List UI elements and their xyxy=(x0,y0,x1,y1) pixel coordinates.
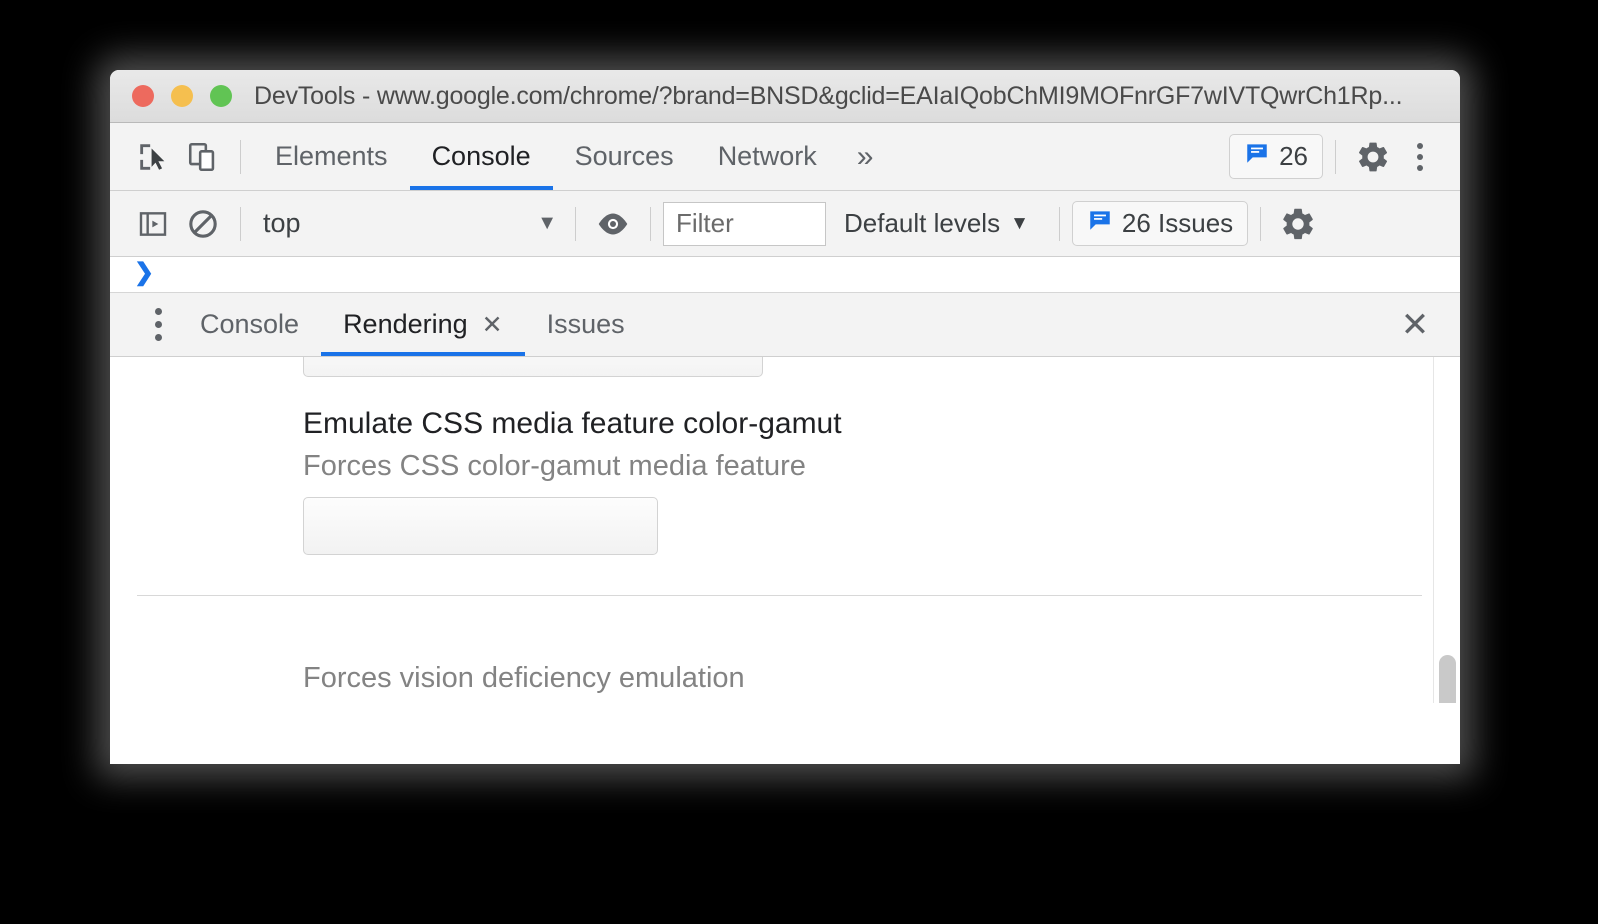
devtools-window: DevTools - www.google.com/chrome/?brand=… xyxy=(110,70,1460,764)
tab-elements[interactable]: Elements xyxy=(253,123,410,190)
vertical-scrollbar-thumb[interactable] xyxy=(1439,655,1456,703)
prompt-arrow-icon: ❯ xyxy=(134,258,155,286)
console-toolbar-divider-5 xyxy=(1260,206,1262,241)
issues-message-icon xyxy=(1087,207,1113,240)
tab-network[interactable]: Network xyxy=(696,123,839,190)
console-toolbar-divider xyxy=(240,206,241,241)
drawer-tab-rendering[interactable]: Rendering ✕ xyxy=(321,293,525,356)
rendering-panel: Emulate CSS media feature color-gamut Fo… xyxy=(110,357,1460,703)
toggle-device-toolbar-icon[interactable] xyxy=(178,132,228,182)
devtools-main-toolbar: Elements Console Sources Network » 26 xyxy=(110,123,1460,191)
kebab-menu-icon[interactable] xyxy=(1398,134,1442,180)
main-tab-list: Elements Console Sources Network » xyxy=(253,123,891,190)
more-tabs-glyph: » xyxy=(856,139,874,173)
console-prompt[interactable]: ❯ xyxy=(110,257,1460,293)
window-title: DevTools - www.google.com/chrome/?brand=… xyxy=(254,81,1403,110)
close-drawer-glyph: ✕ xyxy=(1400,305,1430,344)
console-toolbar: top ▼ Filter Default levels ▼ 26 Issues xyxy=(110,191,1460,257)
window-traffic-lights xyxy=(132,85,232,107)
color-gamut-setting-title: Emulate CSS media feature color-gamut xyxy=(303,407,842,440)
tab-console[interactable]: Console xyxy=(409,123,553,190)
inspect-element-icon[interactable] xyxy=(128,132,178,182)
more-tabs-icon[interactable]: » xyxy=(839,140,892,174)
close-drawer-icon[interactable]: ✕ xyxy=(1390,300,1440,350)
minimize-window-button[interactable] xyxy=(171,85,193,107)
log-levels-selector[interactable]: Default levels ▼ xyxy=(826,208,1047,239)
gear-icon[interactable] xyxy=(1348,132,1398,182)
issues-message-icon xyxy=(1244,140,1270,173)
drawer-tab-rendering-label: Rendering xyxy=(343,309,468,339)
drawer-tab-issues-label: Issues xyxy=(546,309,625,339)
clear-console-icon[interactable] xyxy=(178,199,228,249)
drawer-menu-icon[interactable] xyxy=(138,301,178,349)
close-rendering-tab-icon[interactable]: ✕ xyxy=(482,310,503,340)
console-toolbar-divider-2 xyxy=(575,206,576,241)
scrolled-off-select[interactable] xyxy=(303,357,763,377)
window-titlebar: DevTools - www.google.com/chrome/?brand=… xyxy=(110,70,1460,123)
log-levels-label: Default levels xyxy=(844,208,1001,238)
vertical-scrollbar-track[interactable] xyxy=(1433,357,1460,703)
live-expression-eye-icon[interactable] xyxy=(588,199,638,249)
console-settings-gear-icon[interactable] xyxy=(1273,199,1323,249)
tab-elements-label: Elements xyxy=(275,141,388,171)
color-gamut-setting-subtitle: Forces CSS color-gamut media feature xyxy=(303,450,806,482)
tab-console-label: Console xyxy=(431,141,531,171)
issues-button[interactable]: 26 Issues xyxy=(1071,201,1249,246)
console-toolbar-divider-4 xyxy=(1058,206,1060,241)
maximize-window-button[interactable] xyxy=(210,85,232,107)
toolbar-divider-2 xyxy=(1335,139,1336,174)
settings-divider xyxy=(137,595,1422,596)
show-console-sidebar-icon[interactable] xyxy=(128,199,178,249)
chevron-down-icon: ▼ xyxy=(1010,212,1029,234)
execution-context-label: top xyxy=(263,208,301,238)
drawer-tab-issues[interactable]: Issues xyxy=(525,293,647,356)
tab-network-label: Network xyxy=(717,141,817,171)
screenshot-root: DevTools - www.google.com/chrome/?brand=… xyxy=(0,0,1598,924)
filter-placeholder: Filter xyxy=(676,208,734,238)
chevron-down-icon: ▼ xyxy=(537,212,557,234)
issues-count-label: 26 xyxy=(1279,141,1308,171)
filter-input[interactable]: Filter xyxy=(663,201,826,246)
drawer-tabbar: Console Rendering ✕ Issues ✕ xyxy=(110,293,1460,357)
close-window-button[interactable] xyxy=(132,85,154,107)
issues-button-label: 26 Issues xyxy=(1121,208,1234,238)
console-toolbar-divider-3 xyxy=(650,206,651,241)
tab-sources[interactable]: Sources xyxy=(553,123,696,190)
tab-sources-label: Sources xyxy=(574,141,674,171)
issues-counter-button[interactable]: 26 xyxy=(1229,134,1323,179)
color-gamut-select[interactable] xyxy=(303,497,658,555)
drawer-tab-console[interactable]: Console xyxy=(178,293,321,356)
drawer-tab-console-label: Console xyxy=(200,309,300,339)
toolbar-divider xyxy=(240,139,241,174)
vision-deficiency-subtitle: Forces vision deficiency emulation xyxy=(303,662,745,694)
execution-context-selector[interactable]: top ▼ xyxy=(253,208,563,239)
